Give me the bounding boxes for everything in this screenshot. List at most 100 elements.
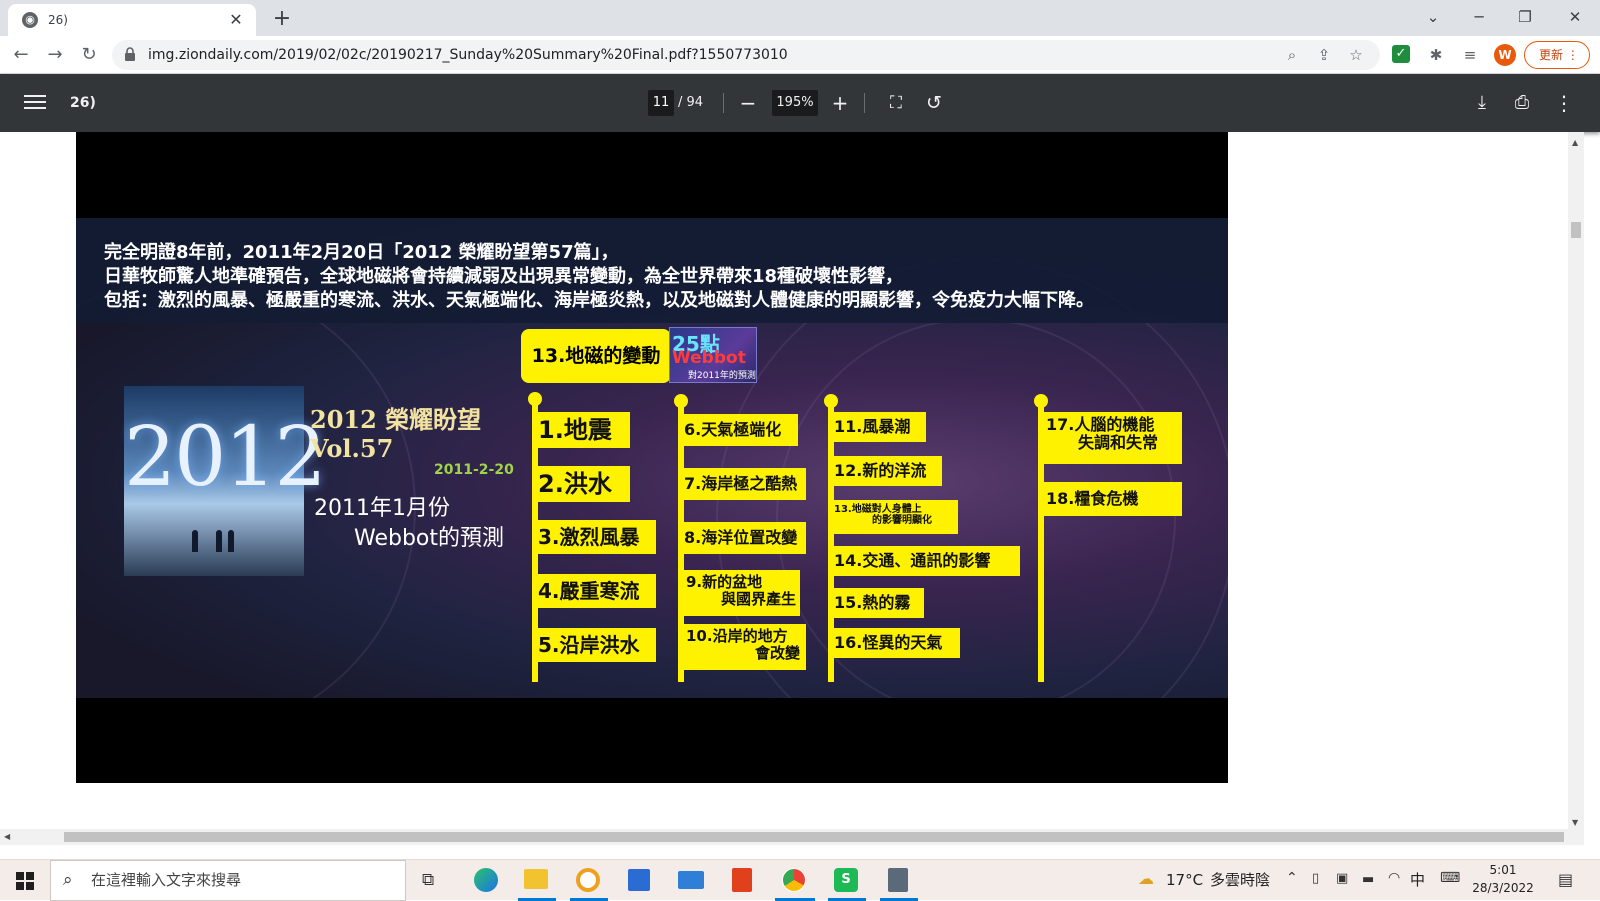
zoom-in-icon[interactable]: + [826, 89, 854, 117]
page-number-input[interactable]: 11 [648, 90, 674, 116]
effect-item: 1.地震 [536, 412, 630, 448]
weather-temperature[interactable]: 17°C [1166, 860, 1203, 901]
toolbar-divider [864, 93, 865, 113]
weather-icon[interactable]: ☁ [1138, 869, 1154, 888]
notification-icon[interactable]: ▤ [1558, 870, 1573, 889]
display-icon[interactable]: ▣ [1336, 871, 1348, 886]
effect-item-line: 失調和失常 [1078, 432, 1159, 452]
address-bar[interactable]: img.ziondaily.com/2019/02/02c/20190217_S… [112, 40, 1380, 70]
more-options-icon[interactable]: ⋮ [1550, 89, 1578, 117]
person-silhouette [228, 530, 234, 552]
person-silhouette [216, 530, 222, 552]
badge-line-3: 對2011年的預測 [688, 371, 756, 381]
share-icon[interactable]: ⇪ [1314, 45, 1334, 65]
globe-icon: ◉ [22, 12, 38, 28]
toolbar-divider [723, 93, 724, 113]
clock-date[interactable]: 28/3/2022 [1468, 881, 1538, 895]
calculator-icon[interactable] [888, 868, 908, 892]
page-total: / 94 [678, 95, 704, 110]
back-icon[interactable]: ← [8, 42, 34, 68]
bookmark-star-icon[interactable]: ☆ [1346, 45, 1366, 65]
badge-line-2: Webbot [672, 348, 746, 368]
windows-start-icon[interactable] [16, 872, 34, 890]
office-icon[interactable] [732, 868, 752, 892]
effect-item: 6.天氣極端化 [682, 414, 798, 446]
zoom-icon[interactable]: ⌕ [1282, 45, 1302, 65]
caption-line-1: 完全明證8年前，2011年2月20日「2012 榮耀盼望第57篇」， [104, 242, 619, 263]
rotate-icon[interactable]: ↺ [920, 89, 948, 117]
tab-strip: ◉ 26) ✕ + ⌄ ─ ❐ ✕ [0, 0, 1600, 36]
search-icon: ⌕ [63, 870, 73, 890]
keyboard-icon[interactable]: ⌨ [1440, 870, 1460, 886]
url-text: img.ziondaily.com/2019/02/02c/20190217_S… [148, 47, 788, 63]
wifi-icon[interactable]: ◠ [1388, 870, 1400, 886]
file-explorer-icon[interactable] [524, 869, 548, 889]
download-icon[interactable]: ⤓ [1468, 89, 1496, 117]
logo-subtitle-2: Webbot的預測 [354, 526, 505, 551]
pdf-viewer[interactable]: 完全明證8年前，2011年2月20日「2012 榮耀盼望第57篇」， 日華牧師驚… [0, 132, 1584, 845]
effect-item-line: 10.沿岸的地方 [686, 627, 788, 645]
mail-icon[interactable] [678, 871, 704, 889]
new-tab-button[interactable]: + [268, 6, 296, 34]
update-button[interactable]: 更新 ⋮ [1524, 41, 1590, 69]
app-icon[interactable] [576, 868, 600, 892]
chrome-icon[interactable] [782, 868, 806, 892]
effect-item: 5.沿岸洪水 [536, 628, 656, 662]
horizontal-scrollbar[interactable]: ◀ [0, 829, 1568, 845]
chevron-up-icon[interactable]: ⌃ [1286, 870, 1298, 886]
topic-heading: 13.地磁的變動 [521, 329, 671, 383]
pdf-page: 完全明證8年前，2011年2月20日「2012 榮耀盼望第57篇」， 日華牧師驚… [76, 132, 1228, 783]
scrollbar-thumb[interactable] [64, 832, 1564, 842]
browser-tab[interactable]: ◉ 26) ✕ [8, 4, 256, 36]
print-icon[interactable]: ⎙ [1508, 89, 1536, 117]
pdf-toolbar: 26) 11 / 94 − 195% + ⛶ ↺ ⤓ ⎙ ⋮ [0, 74, 1600, 132]
forward-icon[interactable]: → [42, 42, 68, 68]
slide-image: 完全明證8年前，2011年2月20日「2012 榮耀盼望第57篇」， 日華牧師驚… [76, 218, 1228, 698]
battery-icon[interactable]: ▬ [1362, 872, 1374, 887]
scrollbar-thumb[interactable] [1571, 222, 1581, 238]
caption-line-2: 日華牧師驚人地準確預告，全球地磁將會持續減弱及出現異常變動，為全世界帶來18種破… [104, 266, 904, 287]
logo-title: 2012 榮耀盼望 [310, 405, 482, 434]
taskbar-search-box[interactable]: ⌕ 在這裡輸入文字來搜尋 [50, 860, 406, 901]
logo-volume: Vol.57 [310, 434, 394, 463]
effect-item: 9.新的盆地 與國界產生 [682, 570, 800, 616]
taskbar: ⌕ 在這裡輸入文字來搜尋 ⧉ S ☁ 17°C 多雲時陰 ⌃ ▯ ▣ ▬ ◠ 中… [0, 859, 1600, 901]
scroll-up-arrow-icon[interactable]: ▲ [1572, 138, 1578, 147]
effect-item-line: 與國界產生 [720, 589, 796, 608]
device-icon[interactable]: ▯ [1312, 871, 1319, 886]
zoom-out-icon[interactable]: − [734, 89, 762, 117]
close-window-button[interactable]: ✕ [1552, 0, 1598, 34]
scroll-left-arrow-icon[interactable]: ◀ [4, 832, 10, 841]
tab-title: 26) [48, 13, 68, 27]
effect-item: 10.沿岸的地方 會改變 [682, 624, 806, 670]
effect-item: 12.新的洋流 [832, 456, 942, 486]
extension-check-icon[interactable]: ✓ [1392, 45, 1410, 63]
profile-avatar[interactable]: W [1494, 44, 1516, 66]
lock-icon [125, 47, 135, 61]
task-view-icon[interactable]: ⧉ [422, 870, 434, 890]
minimize-button[interactable]: ─ [1456, 0, 1502, 34]
fit-page-icon[interactable]: ⛶ [882, 89, 910, 117]
hamburger-menu-icon[interactable] [24, 91, 46, 113]
reading-list-icon[interactable]: ≡ [1460, 45, 1480, 65]
store-icon[interactable] [628, 869, 650, 891]
effect-item-line: 會改變 [754, 643, 800, 662]
app-s-icon[interactable]: S [834, 868, 858, 892]
clock-time[interactable]: 5:01 [1468, 863, 1538, 877]
tab-close-icon[interactable]: ✕ [226, 10, 246, 30]
input-method-indicator[interactable]: 中 [1410, 860, 1425, 901]
scroll-down-arrow-icon[interactable]: ▼ [1572, 818, 1578, 827]
effect-item: 2.洪水 [536, 466, 630, 502]
effect-item-line: 的影響明顯化 [872, 515, 932, 526]
reload-icon[interactable]: ↻ [76, 42, 102, 68]
restore-button[interactable]: ❐ [1502, 0, 1548, 34]
edge-icon[interactable] [474, 868, 498, 892]
search-placeholder: 在這裡輸入文字來搜尋 [91, 871, 242, 889]
effect-item: 17.人腦的機能 失調和失常 [1042, 412, 1182, 464]
weather-text[interactable]: 多雲時陰 [1210, 860, 1270, 901]
effect-item-line: 17.人腦的機能 [1046, 415, 1155, 434]
vertical-scrollbar[interactable]: ▲ ▼ [1568, 132, 1584, 845]
zoom-level-input[interactable]: 195% [772, 90, 818, 116]
extensions-puzzle-icon[interactable]: ✱ [1426, 45, 1446, 65]
tab-search-icon[interactable]: ⌄ [1410, 0, 1456, 34]
